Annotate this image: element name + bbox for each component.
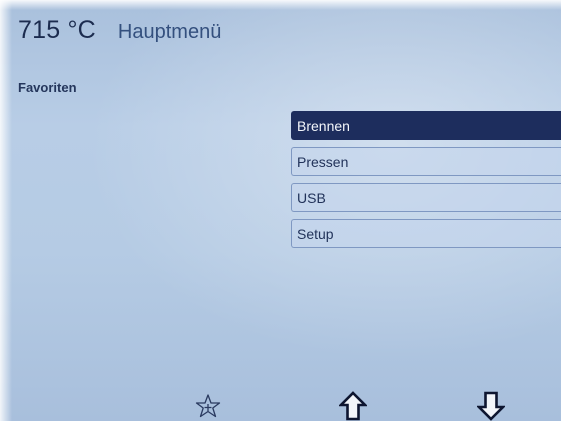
arrow-up-icon xyxy=(339,390,367,420)
main-menu: Brennen Pressen USB Setup xyxy=(291,111,561,255)
scroll-up-button[interactable] xyxy=(337,390,369,421)
menu-item-label: USB xyxy=(297,190,326,206)
scroll-down-button[interactable] xyxy=(475,390,507,421)
add-favorite-button[interactable] xyxy=(192,390,224,421)
menu-item-label: Setup xyxy=(297,226,334,242)
favorites-label: Favoriten xyxy=(18,80,77,95)
menu-item-brennen[interactable]: Brennen xyxy=(291,111,561,140)
menu-item-label: Brennen xyxy=(297,118,350,134)
star-add-icon xyxy=(195,393,221,417)
softkey-bar xyxy=(0,390,561,421)
header: 715 °C Hauptmenü xyxy=(18,16,221,50)
menu-item-usb[interactable]: USB xyxy=(291,183,561,212)
page-title: Hauptmenü xyxy=(117,21,222,43)
arrow-down-icon xyxy=(477,391,505,421)
display-screen: 715 °C Hauptmenü Favoriten Brennen Press… xyxy=(0,0,561,421)
menu-item-pressen[interactable]: Pressen xyxy=(291,147,561,176)
temperature-readout: 715 °C xyxy=(18,16,96,44)
menu-item-label: Pressen xyxy=(297,154,349,170)
menu-item-setup[interactable]: Setup xyxy=(291,219,561,248)
